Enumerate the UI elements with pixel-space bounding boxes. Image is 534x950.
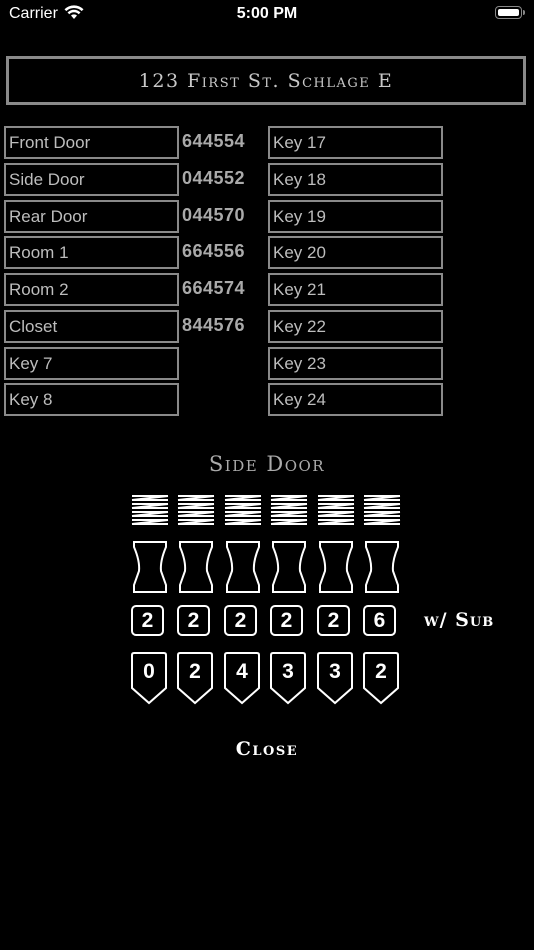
bottom-pin[interactable]: 2 xyxy=(362,651,400,705)
driver-pin-value[interactable]: 6 xyxy=(363,605,396,636)
status-bar: Carrier 5:00 PM xyxy=(0,0,534,30)
bottom-pin[interactable]: 3 xyxy=(269,651,307,705)
spring-icon xyxy=(270,495,308,525)
driver-pin-value[interactable]: 2 xyxy=(131,605,164,636)
driver-pin-icon xyxy=(319,541,353,593)
key-name-field[interactable]: Key 23 xyxy=(268,347,443,380)
bottom-pin-value: 0 xyxy=(143,660,155,683)
close-button[interactable]: Close xyxy=(0,738,534,760)
selected-key-title: Side Door xyxy=(208,452,326,476)
key-name-field[interactable]: Key 7 xyxy=(4,347,179,380)
key-code: 844576 xyxy=(182,315,246,335)
bottom-pin[interactable]: 0 xyxy=(130,651,168,705)
spring-icon xyxy=(317,495,355,525)
spring-icon xyxy=(224,495,262,525)
spring-icon xyxy=(363,495,401,525)
key-name-field[interactable]: Key 24 xyxy=(268,383,443,416)
bottom-pin-value: 2 xyxy=(375,660,387,683)
driver-pin-value[interactable]: 2 xyxy=(224,605,257,636)
key-code: 644554 xyxy=(182,131,246,151)
key-name-field[interactable]: Key 19 xyxy=(268,200,443,233)
key-name-field[interactable]: Closet xyxy=(4,310,179,343)
driver-pin-icon xyxy=(272,541,306,593)
bottom-pin[interactable]: 3 xyxy=(316,651,354,705)
bottom-pin[interactable]: 4 xyxy=(223,651,261,705)
sub-master-label: w/ Sub xyxy=(424,609,495,631)
key-name-field[interactable]: Key 21 xyxy=(268,273,443,306)
key-name-field[interactable]: Key 17 xyxy=(268,126,443,159)
driver-pin-icon xyxy=(365,541,399,593)
key-name-field[interactable]: Side Door xyxy=(4,163,179,196)
key-name-field[interactable]: Key 22 xyxy=(268,310,443,343)
key-code: 044552 xyxy=(182,168,246,188)
key-name-field[interactable]: Key 18 xyxy=(268,163,443,196)
driver-pin-icon xyxy=(179,541,213,593)
spring-icon xyxy=(177,495,215,525)
bottom-pin-value: 4 xyxy=(236,660,248,683)
driver-pin-icon xyxy=(226,541,260,593)
spring-icon xyxy=(131,495,169,525)
driver-pin-value[interactable]: 2 xyxy=(317,605,350,636)
key-name-field[interactable]: Front Door xyxy=(4,126,179,159)
key-name-field[interactable]: Key 8 xyxy=(4,383,179,416)
bottom-pin-value: 2 xyxy=(189,660,201,683)
bottom-pin-value: 3 xyxy=(329,660,341,683)
lock-name-label: 123 First St. Schlage E xyxy=(138,69,394,92)
driver-pin-icon xyxy=(133,541,167,593)
bottom-pin[interactable]: 2 xyxy=(176,651,214,705)
key-code: 664574 xyxy=(182,278,246,298)
battery-icon xyxy=(495,6,525,19)
lock-name-field[interactable]: 123 First St. Schlage E xyxy=(6,56,526,105)
driver-pin-value[interactable]: 2 xyxy=(177,605,210,636)
key-name-field[interactable]: Key 20 xyxy=(268,236,443,269)
key-code: 044570 xyxy=(182,205,246,225)
clock: 5:00 PM xyxy=(236,5,298,22)
key-name-field[interactable]: Room 2 xyxy=(4,273,179,306)
key-name-field[interactable]: Room 1 xyxy=(4,236,179,269)
driver-pin-value[interactable]: 2 xyxy=(270,605,303,636)
bottom-pin-value: 3 xyxy=(282,660,294,683)
key-name-field[interactable]: Rear Door xyxy=(4,200,179,233)
key-code: 664556 xyxy=(182,241,246,261)
